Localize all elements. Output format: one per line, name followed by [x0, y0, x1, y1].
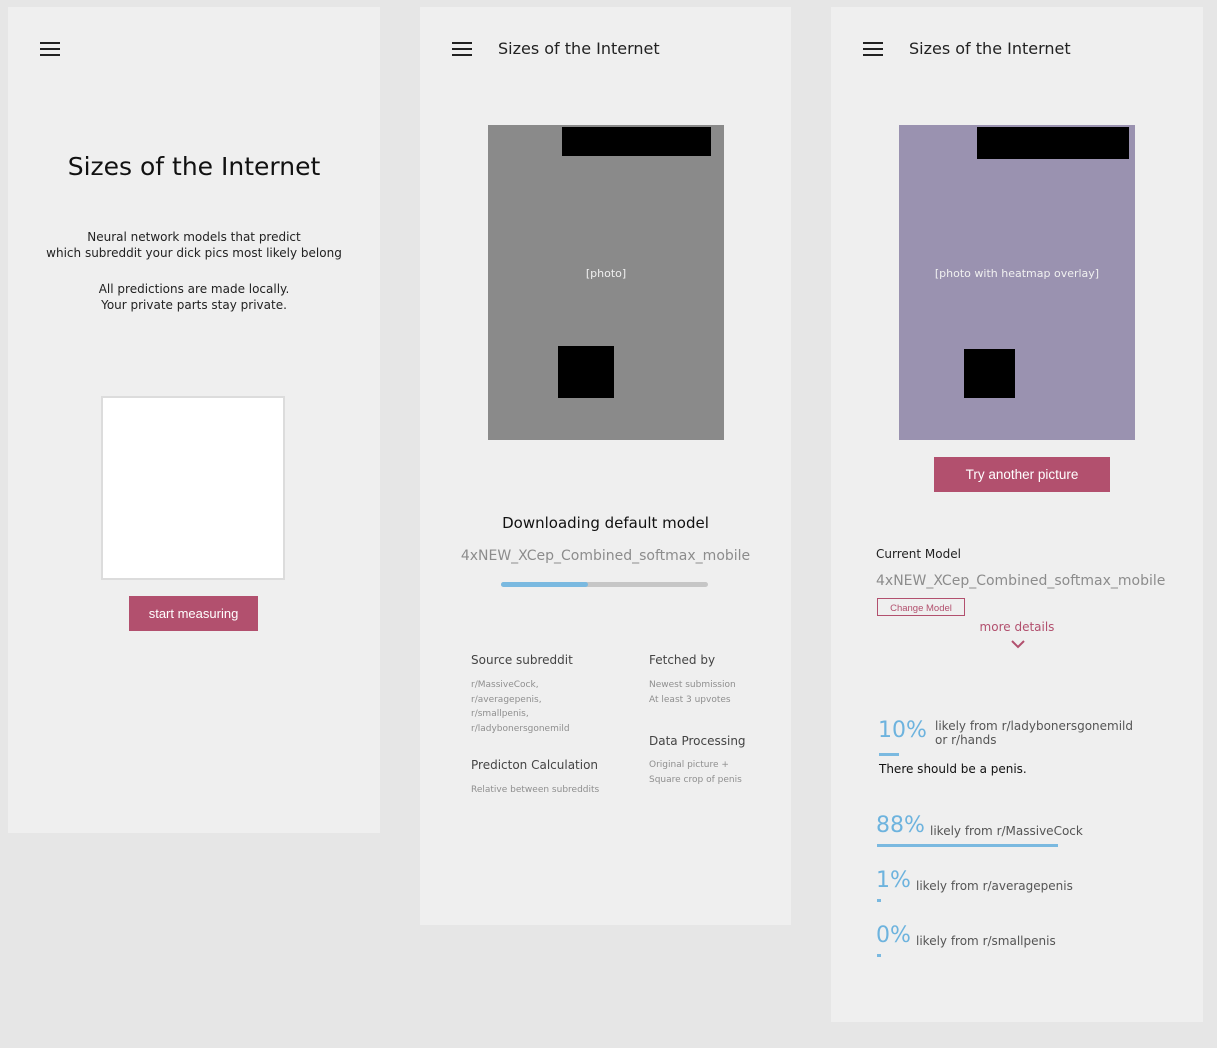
hamburger-menu-icon[interactable] — [863, 42, 883, 58]
check-bar — [879, 753, 899, 756]
privacy-line: Your private parts stay private. — [101, 298, 287, 312]
source-item: r/averagepenis, — [471, 694, 542, 705]
check-message: There should be a penis. — [879, 762, 1027, 776]
censor-bar — [562, 127, 711, 156]
fetched-by-list: Newest submission At least 3 upvotes — [649, 678, 736, 707]
model-name: 4xNEW_XCep_Combined_softmax_mobile — [460, 548, 751, 564]
intro-description-line: which subreddit your dick pics most like… — [46, 246, 342, 260]
source-subreddit-list: r/MassiveCock, r/averagepenis, r/smallpe… — [471, 678, 570, 736]
source-item: r/MassiveCock, — [471, 680, 539, 690]
privacy-line: All predictions are made locally. — [98, 282, 290, 296]
results-screen: Sizes of the Internet [photo with heatma… — [831, 7, 1203, 1022]
prediction-percent: 1% — [876, 868, 911, 893]
prediction-bar — [877, 844, 1059, 847]
data-processing-list: Original picture + Square crop of penis — [649, 758, 742, 787]
prediction-percent: 0% — [876, 923, 911, 948]
prediction-bar — [877, 954, 881, 957]
uploaded-photo: [photo] — [488, 125, 724, 440]
check-label-line: or r/hands — [935, 733, 997, 747]
check-percent: 10% — [878, 718, 927, 743]
download-progress-fill — [501, 582, 588, 587]
privacy-note: All predictions are made locally. Your p… — [8, 281, 380, 313]
prediction-label: likely from r/averagepenis — [916, 879, 1073, 893]
prediction-calculation-list: Relative between subreddits — [471, 783, 599, 798]
processing-item: Square crop of penis — [649, 774, 742, 785]
data-processing-heading: Data Processing — [649, 734, 746, 748]
processing-item: Original picture + — [649, 760, 729, 770]
download-progress-bar — [501, 582, 708, 587]
check-label: likely from r/ladybonersgonemild or r/ha… — [935, 719, 1133, 747]
intro-title: Sizes of the Internet — [67, 152, 321, 181]
download-status: Downloading default model — [502, 514, 709, 532]
change-model-button[interactable]: Change Model — [877, 598, 965, 616]
censor-bar — [977, 127, 1129, 159]
current-model-name: 4xNEW_XCep_Combined_softmax_mobile — [876, 573, 1166, 589]
prediction-bar — [877, 899, 881, 902]
current-model-label: Current Model — [876, 547, 961, 561]
photo-placeholder-label: [photo with heatmap overlay] — [934, 266, 1100, 280]
app-title: Sizes of the Internet — [498, 39, 660, 58]
prediction-label: likely from r/MassiveCock — [930, 824, 1083, 838]
source-item: r/ladybonersgonemild — [471, 723, 570, 734]
source-subreddit-heading: Source subreddit — [471, 653, 573, 667]
prediction-percent: 88% — [876, 813, 925, 838]
prediction-calculation-heading: Predicton Calculation — [471, 758, 599, 772]
prediction-item: Relative between subreddits — [471, 785, 600, 795]
app-title: Sizes of the Internet — [909, 39, 1071, 58]
download-screen: Sizes of the Internet [photo] Downloadin… — [420, 7, 791, 925]
check-label-line: likely from r/ladybonersgonemild — [935, 719, 1133, 733]
fetched-item: Newest submission — [649, 680, 736, 690]
prediction-label: likely from r/smallpenis — [916, 934, 1056, 948]
image-drop-zone[interactable] — [101, 396, 285, 580]
chevron-down-icon[interactable] — [1011, 640, 1025, 649]
analyzed-photo: [photo with heatmap overlay] — [899, 125, 1135, 440]
censor-box — [964, 349, 1015, 398]
photo-placeholder-label: [photo] — [585, 266, 627, 280]
intro-description-line: Neural network models that predict — [87, 230, 301, 244]
intro-description: Neural network models that predict which… — [8, 229, 380, 261]
source-item: r/smallpenis, — [471, 709, 529, 719]
more-details-link[interactable]: more details — [831, 620, 1203, 634]
fetched-item: At least 3 upvotes — [649, 694, 731, 705]
start-measuring-button[interactable]: start measuring — [129, 596, 258, 631]
hamburger-menu-icon[interactable] — [40, 42, 60, 58]
intro-screen: Sizes of the Internet Neural network mod… — [8, 7, 380, 833]
fetched-by-heading: Fetched by — [649, 653, 716, 667]
try-another-picture-button[interactable]: Try another picture — [934, 457, 1110, 492]
hamburger-menu-icon[interactable] — [452, 42, 472, 58]
censor-box — [558, 346, 614, 398]
